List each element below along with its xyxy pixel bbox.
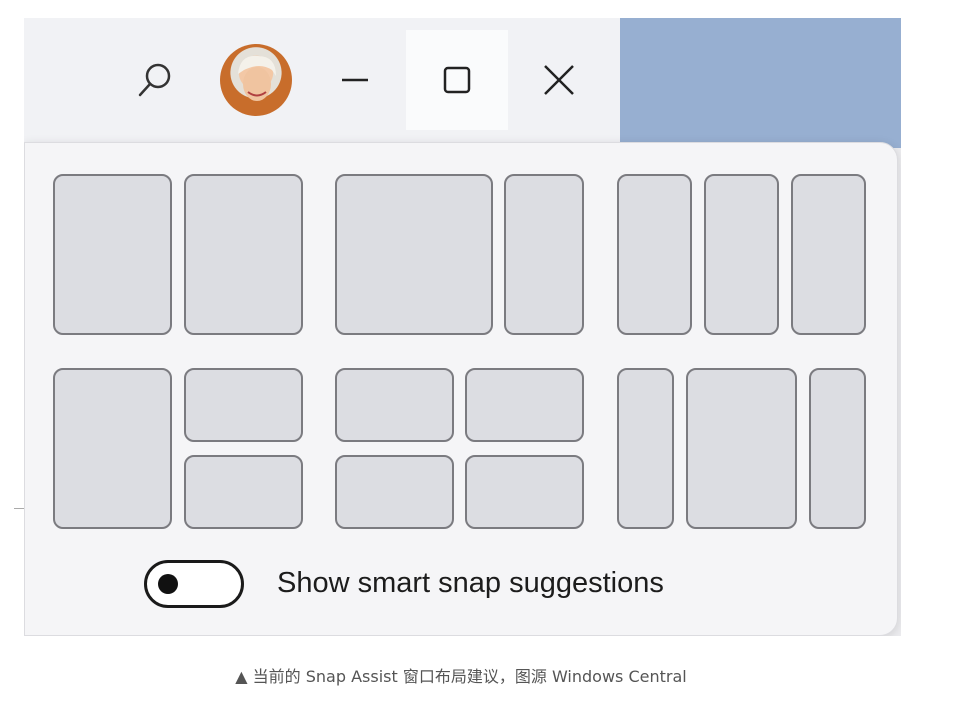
snap-zone[interactable] [791,174,866,335]
snap-zone[interactable] [686,368,797,529]
snap-zone[interactable] [184,368,303,442]
snap-zone[interactable] [465,368,584,442]
desktop-background [620,18,901,148]
snap-zone[interactable] [504,174,584,335]
search-button[interactable] [104,30,206,130]
snap-zone[interactable] [335,368,454,442]
close-button[interactable] [508,30,610,130]
snap-zone[interactable] [53,174,172,335]
snap-layouts-flyout: Show smart snap suggestions [24,142,898,636]
search-icon [138,63,171,97]
snap-zone[interactable] [184,455,303,529]
screenshot: Show smart snap suggestions [24,18,901,636]
minimize-icon [342,78,368,82]
image-caption: ▲ 当前的 Snap Assist 窗口布局建议，图源 Windows Cent… [235,667,687,686]
snap-zone[interactable] [335,455,454,529]
smart-snap-toggle[interactable] [144,560,244,608]
avatar[interactable] [220,44,292,116]
minimize-button[interactable] [304,30,406,130]
snap-zone[interactable] [809,368,866,529]
snap-zone[interactable] [704,174,779,335]
avatar-image [238,55,276,101]
snap-zone[interactable] [617,368,674,529]
snap-zone[interactable] [465,455,584,529]
title-bar [24,18,620,142]
close-icon [544,65,574,95]
smart-snap-label: Show smart snap suggestions [277,567,664,599]
snap-zone[interactable] [53,368,172,529]
maximize-button[interactable] [406,30,508,130]
snap-zone[interactable] [184,174,303,335]
toggle-knob [158,574,178,594]
snap-zone[interactable] [335,174,493,335]
maximize-icon [443,66,471,94]
snap-zone[interactable] [617,174,692,335]
